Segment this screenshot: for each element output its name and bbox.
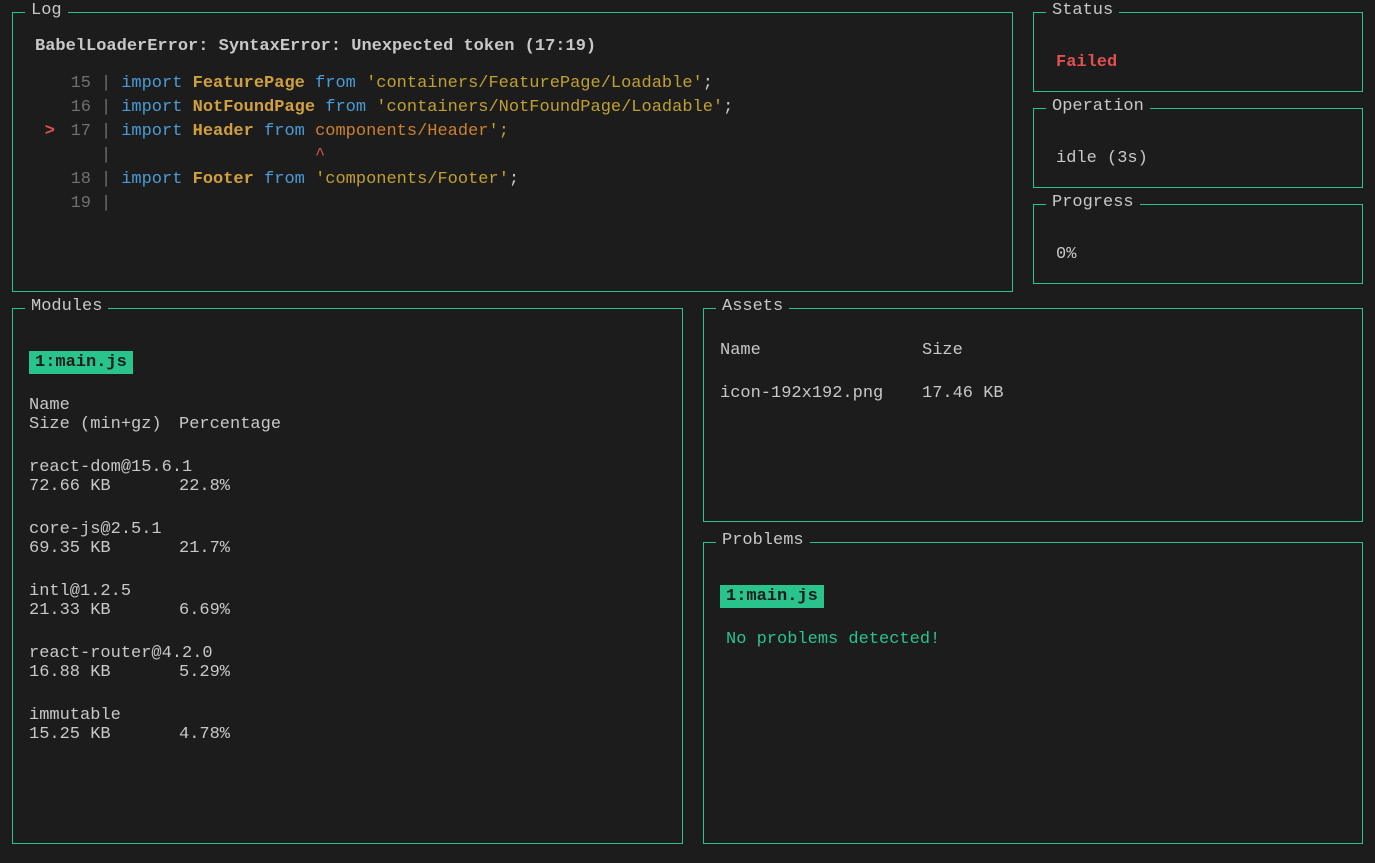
keyword: from xyxy=(325,96,366,120)
progress-title: Progress xyxy=(1046,193,1140,212)
asset-size: 17.46 KB xyxy=(922,384,1004,403)
code-line: 19 | xyxy=(29,192,996,216)
pipe: | xyxy=(91,72,121,96)
gutter-marker: > xyxy=(29,120,55,144)
line-number: 15 xyxy=(55,72,91,96)
modules-header-name: Name xyxy=(29,396,666,415)
asset-name: icon-192x192.png xyxy=(720,384,922,403)
string: '; xyxy=(489,120,509,144)
problems-title: Problems xyxy=(716,531,810,550)
module-size: 15.25 KB xyxy=(29,725,179,744)
assets-header-name: Name xyxy=(720,341,922,360)
operation-panel: Operation idle (3s) xyxy=(1033,108,1363,188)
status-value: Failed xyxy=(1050,37,1346,72)
status-panel: Status Failed xyxy=(1033,12,1363,92)
line-number: 19 xyxy=(55,192,91,216)
module-name: core-js@2.5.1 xyxy=(29,520,666,539)
problems-panel: Problems 1:main.js No problems detected! xyxy=(703,542,1363,844)
error-caret: ^ xyxy=(121,144,325,168)
keyword: import xyxy=(121,168,182,192)
module-item: react-dom@15.6.1 72.66 KB 22.8% xyxy=(29,458,666,496)
asset-item: icon-192x192.png 17.46 KB xyxy=(720,384,1346,403)
module-name: react-router@4.2.0 xyxy=(29,644,666,663)
keyword: import xyxy=(121,72,182,96)
keyword: from xyxy=(264,168,305,192)
code-line-error: > 17 | import Header from components/Hea… xyxy=(29,120,996,144)
module-size: 16.88 KB xyxy=(29,663,179,682)
pipe: | xyxy=(91,144,121,168)
identifier: FeaturePage xyxy=(193,72,305,96)
progress-value: 0% xyxy=(1050,229,1346,264)
line-number xyxy=(55,144,91,168)
modules-title: Modules xyxy=(25,297,108,316)
line-number: 18 xyxy=(55,168,91,192)
log-title: Log xyxy=(25,1,68,20)
keyword: from xyxy=(264,120,305,144)
gutter-marker xyxy=(29,168,55,192)
status-title: Status xyxy=(1046,1,1119,20)
code-line: 15 | import FeaturePage from 'containers… xyxy=(29,72,996,96)
pipe: | xyxy=(91,96,121,120)
string: 'components/Footer' xyxy=(315,168,509,192)
module-pct: 5.29% xyxy=(179,663,230,682)
module-item: intl@1.2.5 21.33 KB 6.69% xyxy=(29,582,666,620)
operation-value: idle (3s) xyxy=(1050,133,1346,168)
modules-header-pct: Percentage xyxy=(179,415,281,434)
module-pct: 21.7% xyxy=(179,539,230,558)
keyword: from xyxy=(315,72,356,96)
string-error: components/Header xyxy=(315,120,488,144)
assets-panel: Assets Name Size icon-192x192.png 17.46 … xyxy=(703,308,1363,522)
pipe: | xyxy=(91,192,121,216)
pipe: | xyxy=(91,120,121,144)
line-number: 16 xyxy=(55,96,91,120)
keyword: import xyxy=(121,96,182,120)
module-pct: 6.69% xyxy=(179,601,230,620)
progress-panel: Progress 0% xyxy=(1033,204,1363,284)
problems-chip[interactable]: 1:main.js xyxy=(720,585,824,608)
operation-title: Operation xyxy=(1046,97,1150,116)
gutter-marker xyxy=(29,72,55,96)
module-pct: 4.78% xyxy=(179,725,230,744)
pipe: | xyxy=(91,168,121,192)
module-size: 72.66 KB xyxy=(29,477,179,496)
string: 'containers/FeaturePage/Loadable' xyxy=(366,72,703,96)
identifier: Header xyxy=(193,120,254,144)
gutter-marker xyxy=(29,144,55,168)
line-number: 17 xyxy=(55,120,91,144)
keyword: import xyxy=(121,120,182,144)
module-item: core-js@2.5.1 69.35 KB 21.7% xyxy=(29,520,666,558)
module-item: immutable 15.25 KB 4.78% xyxy=(29,706,666,744)
string: 'containers/NotFoundPage/Loadable' xyxy=(376,96,723,120)
error-message: BabelLoaderError: SyntaxError: Unexpecte… xyxy=(29,37,996,56)
no-problems-message: No problems detected! xyxy=(720,630,1346,649)
modules-header-size: Size (min+gz) xyxy=(29,415,179,434)
module-name: intl@1.2.5 xyxy=(29,582,666,601)
gutter-marker xyxy=(29,192,55,216)
module-size: 21.33 KB xyxy=(29,601,179,620)
identifier: Footer xyxy=(193,168,254,192)
log-panel: Log BabelLoaderError: SyntaxError: Unexp… xyxy=(12,12,1013,292)
modules-chip[interactable]: 1:main.js xyxy=(29,351,133,374)
module-pct: 22.8% xyxy=(179,477,230,496)
module-name: immutable xyxy=(29,706,666,725)
identifier: NotFoundPage xyxy=(193,96,315,120)
modules-panel: Modules 1:main.js Name Size (min+gz) Per… xyxy=(12,308,683,844)
module-item: react-router@4.2.0 16.88 KB 5.29% xyxy=(29,644,666,682)
assets-header-size: Size xyxy=(922,341,963,360)
assets-title: Assets xyxy=(716,297,789,316)
code-line: 18 | import Footer from 'components/Foot… xyxy=(29,168,996,192)
module-name: react-dom@15.6.1 xyxy=(29,458,666,477)
code-line-caret: | ^ xyxy=(29,144,996,168)
gutter-marker xyxy=(29,96,55,120)
code-line: 16 | import NotFoundPage from 'container… xyxy=(29,96,996,120)
module-size: 69.35 KB xyxy=(29,539,179,558)
